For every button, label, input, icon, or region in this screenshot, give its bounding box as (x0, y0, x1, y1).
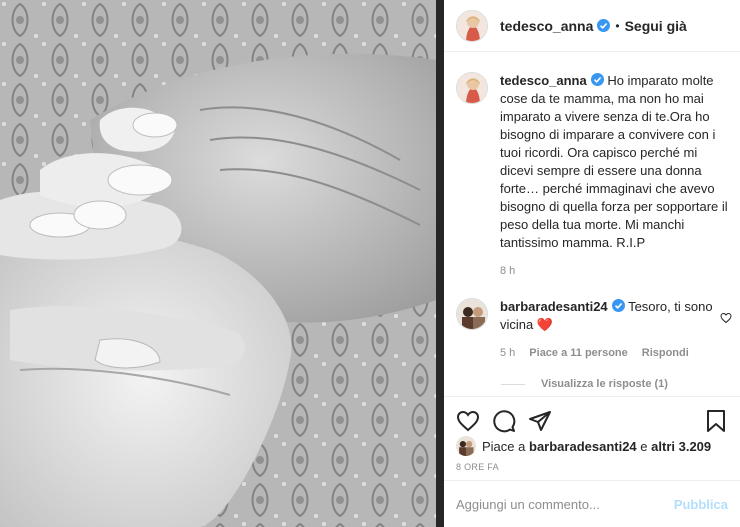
post-time: 8 ORE FA (456, 462, 499, 472)
hands-photo (0, 0, 436, 527)
red-heart-emoji: ❤️ (536, 317, 554, 332)
caption-time: 8 h (500, 265, 516, 277)
liker-avatar[interactable] (456, 436, 476, 456)
likes-summary: Piace a barbaradesanti24 e altri 3.209 (456, 436, 711, 456)
bookmark-icon[interactable] (704, 409, 728, 433)
follow-separator: • (615, 18, 620, 33)
comment-like-heart-icon[interactable] (720, 311, 732, 324)
commenter-username[interactable]: barbaradesanti24 (500, 299, 608, 314)
comment-input[interactable] (456, 496, 674, 512)
comment-likes-link[interactable]: Piace a 11 persone (529, 344, 627, 362)
comment-item: barbaradesanti24 Tesoro, ti sono vicina … (456, 298, 740, 362)
verified-badge-icon (597, 19, 611, 32)
author-username[interactable]: tedesco_anna (500, 18, 593, 34)
post-header: tedesco_anna • Segui già (444, 0, 740, 52)
heart-icon[interactable] (456, 409, 480, 433)
view-replies-label: Visualizza le risposte (1) (541, 378, 668, 390)
caption-text: Ho imparato molte cose da te mamma, ma n… (500, 73, 728, 250)
replies-line (501, 383, 525, 385)
post-panel: tedesco_anna • Segui già tedesco_anna Ho… (444, 0, 740, 527)
commenter-avatar[interactable] (456, 298, 488, 330)
action-bar (444, 396, 740, 440)
post-photo[interactable] (0, 0, 436, 527)
likes-and: e (640, 438, 648, 454)
view-replies-button[interactable]: Visualizza le risposte (1) (501, 378, 668, 390)
caption-avatar[interactable] (456, 72, 488, 104)
author-avatar[interactable] (456, 9, 488, 42)
share-icon[interactable] (528, 409, 552, 433)
caption-username[interactable]: tedesco_anna (500, 73, 587, 88)
verified-badge-icon (611, 299, 625, 312)
publish-button[interactable]: Pubblica (674, 497, 728, 512)
verified-badge-icon (590, 73, 604, 86)
divider (436, 0, 444, 527)
comment-time: 5 h (500, 347, 516, 359)
reply-button[interactable]: Rispondi (642, 344, 689, 362)
likes-prefix: Piace a (482, 438, 526, 454)
add-comment-bar: Pubblica (444, 480, 740, 527)
likes-user-link[interactable]: barbaradesanti24 (529, 439, 637, 454)
post-caption: tedesco_anna Ho imparato molte cose da t… (456, 72, 736, 280)
likes-others-link[interactable]: altri 3.209 (651, 439, 711, 454)
comment-icon[interactable] (492, 409, 516, 433)
following-button[interactable]: Segui già (625, 18, 687, 34)
